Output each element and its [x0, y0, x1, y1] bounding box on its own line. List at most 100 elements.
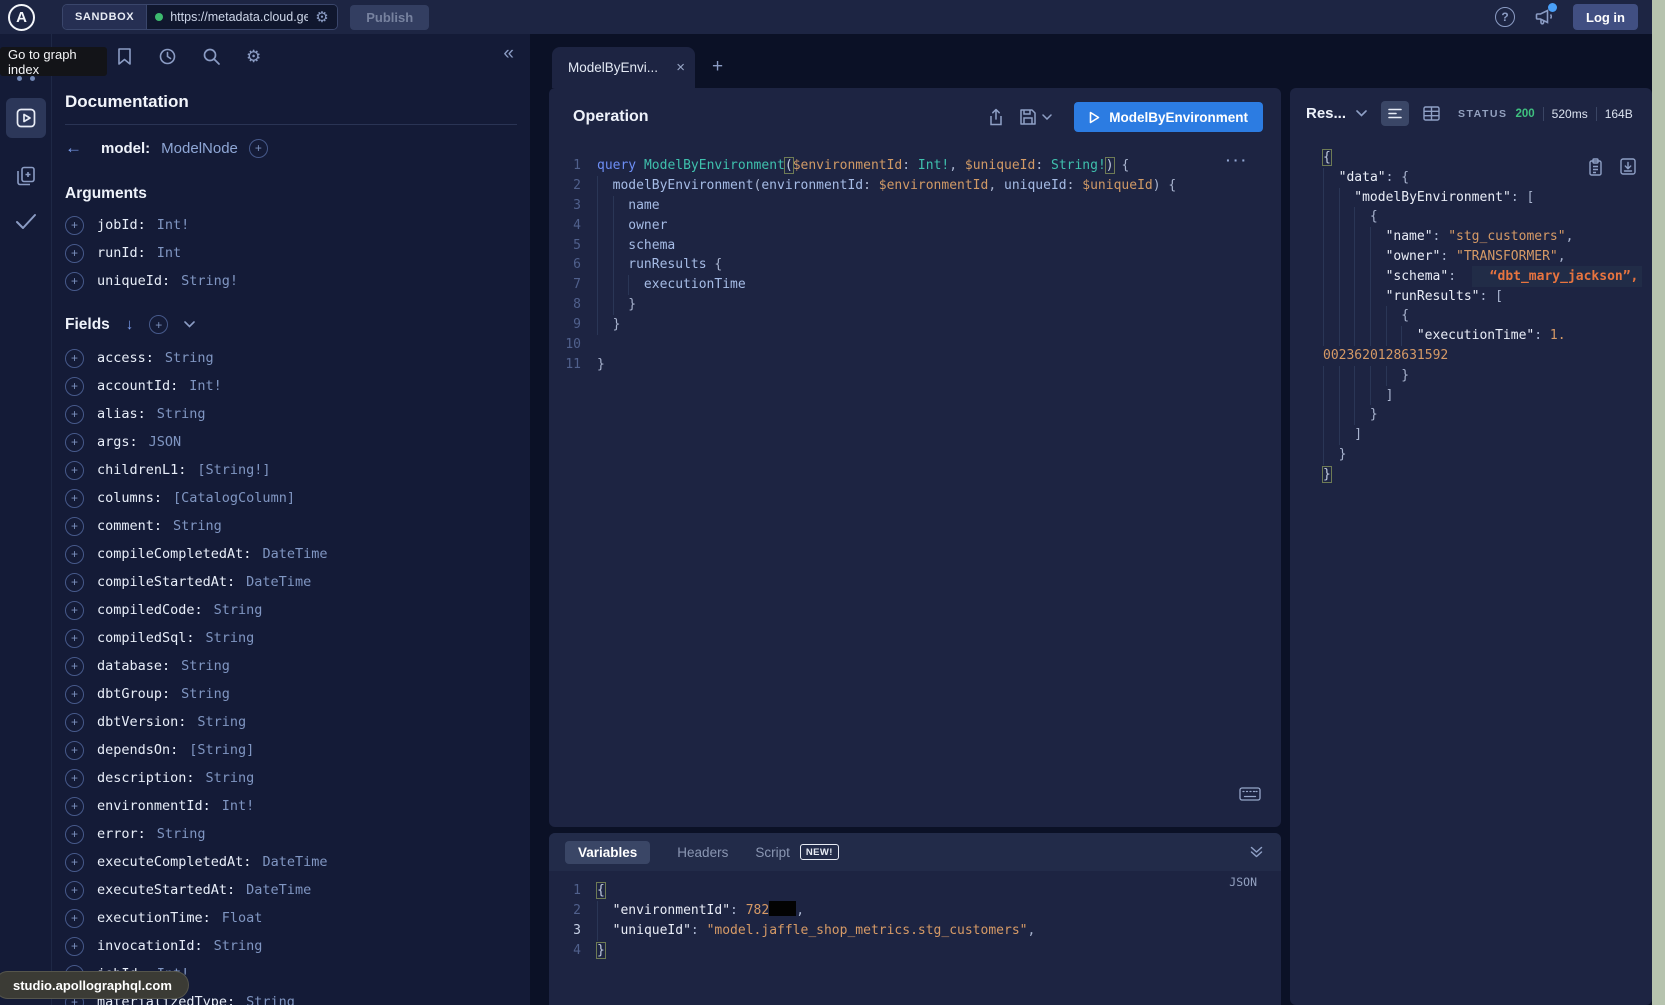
- add-to-operation-icon[interactable]: +: [65, 629, 84, 648]
- field-row-compiledCode[interactable]: +compiledCode:String: [52, 596, 530, 624]
- response-chevron-icon[interactable]: [1356, 110, 1367, 117]
- add-to-operation-icon[interactable]: +: [65, 937, 84, 956]
- back-arrow-icon[interactable]: ←: [65, 138, 82, 158]
- endpoint-settings-gear-icon[interactable]: ⚙: [315, 10, 328, 25]
- field-row-access[interactable]: +access:String: [52, 344, 530, 372]
- apollo-logo[interactable]: A: [8, 4, 35, 31]
- add-fields-icon[interactable]: +: [149, 315, 168, 334]
- add-to-operation-icon[interactable]: +: [65, 216, 84, 235]
- field-row-accountId[interactable]: +accountId:Int!: [52, 372, 530, 400]
- search-icon[interactable]: [202, 47, 221, 66]
- sort-fields-icon[interactable]: ↓: [126, 316, 134, 333]
- share-icon[interactable]: [987, 108, 1005, 127]
- argument-row-uniqueId[interactable]: +uniqueId:String!: [52, 267, 530, 295]
- save-options-chevron-icon[interactable]: [1042, 114, 1052, 120]
- tab-variables[interactable]: Variables: [565, 841, 650, 864]
- response-json[interactable]: { "data": { "modelByEnvironment": [ { "n…: [1323, 148, 1652, 485]
- argument-row-runId[interactable]: +runId:Int: [52, 239, 530, 267]
- explorer-nav-button[interactable]: [6, 98, 46, 138]
- field-row-dbtGroup[interactable]: +dbtGroup:String: [52, 680, 530, 708]
- run-operation-button[interactable]: ModelByEnvironment: [1074, 102, 1263, 132]
- field-row-columns[interactable]: +columns:[CatalogColumn]: [52, 484, 530, 512]
- chevron-down-icon[interactable]: [184, 321, 195, 328]
- field-row-compileStartedAt[interactable]: +compileStartedAt:DateTime: [52, 568, 530, 596]
- endpoint-url-box[interactable]: https://metadata.cloud.get ⚙: [147, 5, 337, 29]
- operation-menu-icon[interactable]: ···: [1226, 152, 1249, 168]
- variables-editor[interactable]: 1{2 "environmentId": 782,3 "uniqueId": "…: [549, 881, 1281, 961]
- response-header: Res... ST: [1290, 88, 1652, 126]
- add-to-operation-icon[interactable]: +: [65, 377, 84, 396]
- announcements-megaphone-icon[interactable]: [1533, 6, 1555, 28]
- add-to-operation-icon[interactable]: +: [65, 517, 84, 536]
- tab-headers[interactable]: Headers: [677, 845, 728, 860]
- add-to-operation-icon[interactable]: +: [65, 685, 84, 704]
- add-to-operation-icon[interactable]: +: [65, 349, 84, 368]
- field-row-environmentId[interactable]: +environmentId:Int!: [52, 792, 530, 820]
- tab-modelbyenvironment[interactable]: ModelByEnvi... ×: [552, 47, 695, 88]
- field-row-compiledSql[interactable]: +compiledSql:String: [52, 624, 530, 652]
- graph-index-icon[interactable]: [0, 76, 52, 81]
- field-row-childrenL1[interactable]: +childrenL1:[String!]: [52, 456, 530, 484]
- add-to-operation-icon[interactable]: +: [65, 405, 84, 424]
- login-button[interactable]: Log in: [1573, 4, 1638, 30]
- code-line: "owner": "TRANSFORMER",: [1323, 247, 1652, 267]
- add-to-operation-icon[interactable]: +: [65, 601, 84, 620]
- field-row-dbtVersion[interactable]: +dbtVersion:String: [52, 708, 530, 736]
- keyboard-shortcuts-icon[interactable]: [1239, 787, 1261, 801]
- add-all-fields-icon[interactable]: +: [249, 139, 268, 158]
- add-to-operation-icon[interactable]: +: [65, 272, 84, 291]
- add-to-operation-icon[interactable]: +: [65, 713, 84, 732]
- endpoint-url-input[interactable]: https://metadata.cloud.get: [170, 10, 308, 24]
- checks-nav-button[interactable]: [0, 210, 52, 232]
- publish-button[interactable]: Publish: [350, 5, 429, 30]
- add-to-operation-icon[interactable]: +: [65, 433, 84, 452]
- field-row-args[interactable]: +args:JSON: [52, 428, 530, 456]
- add-to-operation-icon[interactable]: +: [65, 461, 84, 480]
- add-to-operation-icon[interactable]: +: [65, 244, 84, 263]
- field-row-compileCompletedAt[interactable]: +compileCompletedAt:DateTime: [52, 540, 530, 568]
- field-row-database[interactable]: +database:String: [52, 652, 530, 680]
- model-type-link[interactable]: ModelNode: [161, 140, 238, 157]
- docs-settings-gear-icon[interactable]: ⚙: [246, 48, 261, 65]
- sandbox-chip[interactable]: SANDBOX: [63, 5, 147, 29]
- add-to-operation-icon[interactable]: +: [65, 881, 84, 900]
- tab-close-icon[interactable]: ×: [676, 59, 685, 76]
- add-to-operation-icon[interactable]: +: [65, 573, 84, 592]
- add-to-operation-icon[interactable]: +: [65, 797, 84, 816]
- raw-view-toggle[interactable]: [1381, 101, 1409, 126]
- collapse-variables-icon[interactable]: [1250, 846, 1263, 858]
- field-row-comment[interactable]: +comment:String: [52, 512, 530, 540]
- download-response-icon[interactable]: [1620, 158, 1636, 175]
- help-icon[interactable]: ?: [1495, 7, 1515, 27]
- operation-editor[interactable]: 1query ModelByEnvironment($environmentId…: [549, 146, 1281, 375]
- field-row-invocationId[interactable]: +invocationId:String: [52, 932, 530, 960]
- latency-value: 520ms: [1552, 107, 1588, 121]
- tab-script-group[interactable]: Script NEW!: [755, 844, 838, 860]
- add-to-operation-icon[interactable]: +: [65, 489, 84, 508]
- notification-dot: [1548, 3, 1557, 12]
- bookmark-icon[interactable]: [116, 47, 133, 66]
- new-tab-button[interactable]: +: [712, 56, 723, 78]
- field-row-executionTime[interactable]: +executionTime:Float: [52, 904, 530, 932]
- copy-response-icon[interactable]: [1588, 158, 1603, 176]
- collapse-sidebar-icon[interactable]: «: [503, 43, 514, 65]
- add-to-operation-icon[interactable]: +: [65, 853, 84, 872]
- field-row-dependsOn[interactable]: +dependsOn:[String]: [52, 736, 530, 764]
- add-to-operation-icon[interactable]: +: [65, 825, 84, 844]
- history-icon[interactable]: [158, 47, 177, 66]
- field-row-description[interactable]: +description:String: [52, 764, 530, 792]
- field-row-error[interactable]: +error:String: [52, 820, 530, 848]
- add-to-operation-icon[interactable]: +: [65, 909, 84, 928]
- add-to-operation-icon[interactable]: +: [65, 545, 84, 564]
- collections-nav-button[interactable]: [0, 164, 52, 188]
- field-row-alias[interactable]: +alias:String: [52, 400, 530, 428]
- field-row-executeStartedAt[interactable]: +executeStartedAt:DateTime: [52, 876, 530, 904]
- field-row-executeCompletedAt[interactable]: +executeCompletedAt:DateTime: [52, 848, 530, 876]
- add-to-operation-icon[interactable]: +: [65, 657, 84, 676]
- add-to-operation-icon[interactable]: +: [65, 741, 84, 760]
- save-icon[interactable]: [1019, 108, 1037, 126]
- table-view-toggle[interactable]: [1423, 106, 1440, 121]
- response-title[interactable]: Res...: [1306, 105, 1346, 122]
- add-to-operation-icon[interactable]: +: [65, 769, 84, 788]
- argument-row-jobId[interactable]: +jobId:Int!: [52, 211, 530, 239]
